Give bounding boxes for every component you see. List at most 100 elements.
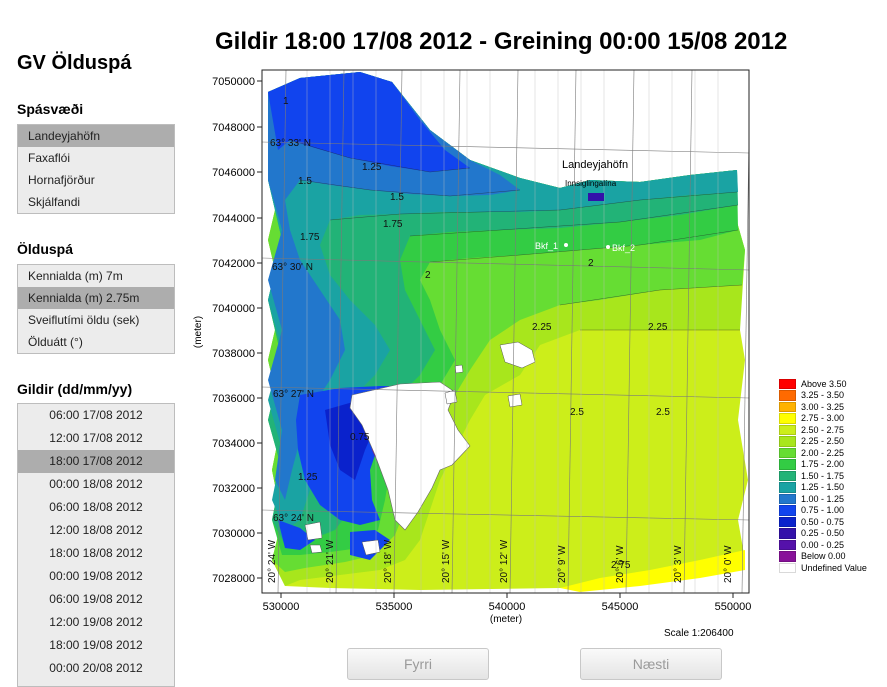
- contour-label: 2: [588, 258, 594, 269]
- lon-label: 20° 15' W: [441, 539, 452, 583]
- legend-label: 2.25 - 2.50: [801, 436, 845, 447]
- legend-item: 0.75 - 1.00: [779, 505, 887, 517]
- y-tick-label: 7038000: [212, 348, 255, 360]
- legend-swatch: [779, 505, 796, 516]
- contour-label: 2.25: [532, 322, 552, 333]
- lon-label: 20° 12' W: [499, 539, 510, 583]
- contour-label: 0.75: [350, 432, 370, 443]
- y-tick-label: 7048000: [212, 122, 255, 134]
- x-tick-label: 535000: [376, 601, 413, 613]
- buoy-label: Bkf_2: [612, 243, 635, 253]
- legend-item: 3.00 - 3.25: [779, 401, 887, 413]
- y-tick-label: 7042000: [212, 258, 255, 270]
- contour-label: 1.25: [362, 162, 382, 173]
- contour-label: 1.5: [390, 192, 404, 203]
- islet-6: [309, 544, 323, 554]
- legend-swatch: [779, 436, 796, 447]
- legend-label: 1.50 - 1.75: [801, 470, 845, 481]
- lon-label: 20° 0' W: [723, 545, 734, 583]
- legend-item: 3.25 - 3.50: [779, 390, 887, 402]
- legend-item: 1.50 - 1.75: [779, 470, 887, 482]
- legend-label: 0.25 - 0.50: [801, 528, 845, 539]
- x-axis: 530000 535000 540000 545000 550000: [263, 593, 752, 613]
- x-tick-label: 530000: [263, 601, 300, 613]
- legend-swatch: [779, 516, 796, 527]
- legend-swatch: [779, 562, 796, 573]
- channel-label: Innsiglingalína: [565, 179, 617, 188]
- legend-swatch: [779, 551, 796, 562]
- buoy-dot[interactable]: [564, 243, 568, 247]
- contour-label: 2.5: [570, 407, 584, 418]
- legend-swatch: [779, 459, 796, 470]
- contour-label: 2.25: [648, 322, 668, 333]
- next-button[interactable]: Næsti: [580, 648, 722, 680]
- legend-label: 1.00 - 1.25: [801, 493, 845, 504]
- contour-label: 1.5: [298, 176, 312, 187]
- islet-4: [454, 364, 464, 374]
- y-tick-label: 7050000: [212, 76, 255, 88]
- legend-item: Undefined Value: [779, 562, 887, 574]
- legend-swatch: [779, 424, 796, 435]
- legend-swatch: [779, 401, 796, 412]
- y-tick-label: 7046000: [212, 167, 255, 179]
- legend-label: 3.00 - 3.25: [801, 401, 845, 412]
- lon-label: 20° 18' W: [383, 539, 394, 583]
- legend-label: 2.50 - 2.75: [801, 424, 845, 435]
- legend-swatch: [779, 528, 796, 539]
- y-tick-label: 7040000: [212, 303, 255, 315]
- legend-item: 2.25 - 2.50: [779, 436, 887, 448]
- legend-item: 1.25 - 1.50: [779, 482, 887, 494]
- contour-label: 2.5: [656, 407, 670, 418]
- legend-label: 2.00 - 2.25: [801, 447, 845, 458]
- y-tick-label: 7030000: [212, 528, 255, 540]
- y-tick-label: 7034000: [212, 438, 255, 450]
- lat-label: 63° 33' N: [270, 138, 311, 149]
- harbour-marker: [588, 193, 604, 201]
- x-tick-label: 540000: [489, 601, 526, 613]
- islet-5: [304, 521, 323, 541]
- islet-2: [507, 393, 523, 408]
- legend-label: 1.75 - 2.00: [801, 459, 845, 470]
- y-axis-unit: (meter): [193, 316, 204, 348]
- contour-label: 1.75: [383, 219, 403, 230]
- lat-label: 63° 30' N: [272, 262, 313, 273]
- wave-height-map: 1 1.25 1.5 1.75 2 2.25 2.5 2.75 0.75 1.2…: [193, 69, 752, 625]
- legend-label: 3.25 - 3.50: [801, 390, 845, 401]
- lat-label: 63° 27' N: [273, 389, 314, 400]
- legend-item: Above 3.50: [779, 378, 887, 390]
- legend-swatch: [779, 447, 796, 458]
- legend-item: 1.00 - 1.25: [779, 493, 887, 505]
- legend-item: 2.00 - 2.25: [779, 447, 887, 459]
- y-tick-label: 7036000: [212, 393, 255, 405]
- legend-item: 1.75 - 2.00: [779, 459, 887, 471]
- lat-label: 63° 24' N: [273, 513, 314, 524]
- legend-label: 2.75 - 3.00: [801, 413, 845, 424]
- legend-swatch: [779, 390, 796, 401]
- legend-item: 0.00 - 0.25: [779, 539, 887, 551]
- legend-label: 0.75 - 1.00: [801, 505, 845, 516]
- lon-label: 20° 24' W: [267, 539, 278, 583]
- legend-swatch: [779, 378, 796, 389]
- legend-swatch: [779, 470, 796, 481]
- legend-label: 0.50 - 0.75: [801, 516, 845, 527]
- legend-swatch: [779, 493, 796, 504]
- legend-label: Undefined Value: [801, 562, 867, 573]
- y-tick-label: 7044000: [212, 213, 255, 225]
- lon-label: 20° 6' W: [615, 545, 626, 583]
- y-tick-label: 7032000: [212, 483, 255, 495]
- place-label-landeyjahofn: Landeyjahöfn: [562, 159, 628, 171]
- scale-label: Scale 1:206400: [664, 628, 734, 639]
- legend-item: 0.50 - 0.75: [779, 516, 887, 528]
- legend-swatch: [779, 413, 796, 424]
- x-tick-label: 550000: [715, 601, 752, 613]
- legend: Above 3.50 3.25 - 3.50 3.00 - 3.25 2.75 - 3…: [779, 378, 887, 574]
- buoy-dot[interactable]: [606, 245, 610, 249]
- buoy-label: Bkf_1: [535, 241, 558, 251]
- legend-label: 1.25 - 1.50: [801, 482, 845, 493]
- legend-item: 0.25 - 0.50: [779, 528, 887, 540]
- contour-label: 1.75: [300, 232, 320, 243]
- contour-label: 2: [425, 270, 431, 281]
- prev-button[interactable]: Fyrri: [347, 648, 489, 680]
- contour-label: 1: [283, 96, 289, 107]
- contour-label: 1.25: [298, 472, 318, 483]
